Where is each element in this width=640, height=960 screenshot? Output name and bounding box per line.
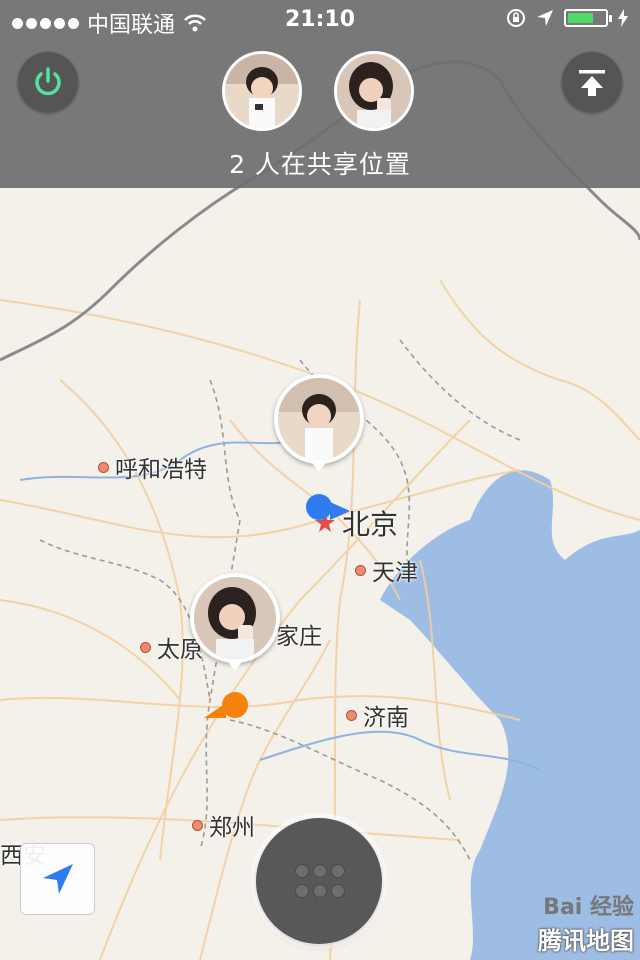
user-2-heading-icon <box>204 703 226 718</box>
power-icon <box>35 67 61 96</box>
grid-menu-icon <box>295 864 345 898</box>
power-button[interactable] <box>18 52 78 112</box>
city-label-shijiazhuang: 家庄 <box>276 624 322 650</box>
status-bar: 中国联通 21:10 <box>0 0 640 40</box>
navigation-arrow-icon <box>42 864 73 894</box>
city-label-zhengzhou: 郑州 <box>192 808 255 842</box>
upload-top-icon <box>579 70 605 96</box>
charging-icon <box>618 9 628 27</box>
watermark: Bai 经验 腾讯地图 <box>538 889 634 956</box>
menu-grid-button[interactable] <box>256 818 382 944</box>
tencent-map-logo: 腾讯地图 <box>538 927 634 955</box>
rotation-lock-icon <box>507 9 525 27</box>
battery-icon <box>564 9 612 27</box>
avatar-user-1[interactable] <box>222 51 302 131</box>
location-arrow-icon <box>537 10 553 26</box>
marker-tail <box>310 460 328 472</box>
map-marker-user-1[interactable] <box>274 374 364 464</box>
user-1-location-dot <box>306 494 332 520</box>
user-1-heading-icon <box>330 502 350 520</box>
city-label-tianjin: 天津 <box>355 553 418 587</box>
locate-me-button[interactable] <box>20 843 95 915</box>
baidu-jingyan-watermark: Bai 经验 <box>543 895 634 920</box>
share-count-text: 2 人在共享位置 <box>229 150 411 179</box>
avatar-user-2[interactable] <box>334 51 414 131</box>
city-label-jinan: 济南 <box>346 698 409 732</box>
city-label-beijing: 北京 <box>342 508 399 541</box>
map-marker-user-2[interactable] <box>190 573 280 663</box>
marker-tail <box>226 659 244 671</box>
city-label-hohhot: 呼和浩特 <box>98 450 207 484</box>
scroll-top-button[interactable] <box>562 52 622 112</box>
